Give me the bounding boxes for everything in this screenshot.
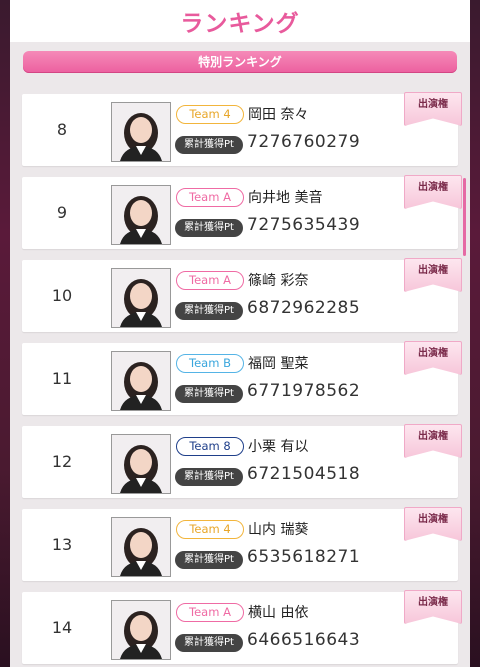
points-label: 累計獲得Pt: [175, 385, 243, 403]
team-badge: Team 4: [176, 105, 244, 124]
rank-number: 10: [51, 286, 73, 305]
points-label: 累計獲得Pt: [175, 136, 243, 154]
team-badge: Team A: [176, 271, 244, 290]
member-avatar: [111, 434, 171, 494]
member-name: 横山 由依: [248, 605, 309, 621]
team-badge: Team A: [176, 603, 244, 622]
ranking-row[interactable]: 11 Team B 福岡 聖菜 累計獲得Pt 6771978562 出演権: [22, 341, 462, 415]
scrollbar[interactable]: [463, 178, 466, 256]
ranking-row[interactable]: 12 Team 8 小栗 有以 累計獲得Pt 6721504518 出演権: [22, 424, 462, 498]
points-label: 累計獲得Pt: [175, 634, 243, 652]
member-name: 福岡 聖菜: [248, 356, 309, 372]
appearance-right-button[interactable]: 出演権: [404, 424, 462, 458]
team-badge: Team 4: [176, 520, 244, 539]
member-avatar: [111, 185, 171, 245]
rank-number: 9: [56, 203, 68, 222]
rank-number: 12: [51, 452, 73, 471]
member-avatar: [111, 517, 171, 577]
appearance-right-button[interactable]: 出演権: [404, 258, 462, 292]
points-value: 6535618271: [247, 547, 361, 567]
page-title: ランキング: [180, 11, 300, 37]
points-value: 7276760279: [247, 132, 361, 152]
header: ランキング: [10, 0, 470, 42]
rank-number: 14: [51, 618, 73, 637]
points-value: 6872962285: [247, 298, 361, 318]
member-name: 篠崎 彩奈: [248, 273, 309, 289]
appearance-right-button[interactable]: 出演権: [404, 341, 462, 375]
appearance-right-button[interactable]: 出演権: [404, 175, 462, 209]
member-avatar: [111, 102, 171, 162]
special-ranking-tab[interactable]: 特別ランキング: [23, 51, 457, 73]
appearance-right-button[interactable]: 出演権: [404, 92, 462, 126]
ranking-row[interactable]: 10 Team A 篠崎 彩奈 累計獲得Pt 6872962285 出演権: [22, 258, 462, 332]
points-value: 6466516643: [247, 630, 361, 650]
ranking-panel: ランキング 特別ランキング 8 Team 4 岡田 奈々 累計獲得Pt 7276…: [10, 0, 470, 667]
ranking-row[interactable]: 13 Team 4 山内 瑞葵 累計獲得Pt 6535618271 出演権: [22, 507, 462, 581]
points-label: 累計獲得Pt: [175, 219, 243, 237]
team-badge: Team 8: [176, 437, 244, 456]
member-name: 向井地 美音: [248, 190, 323, 206]
ranking-row[interactable]: 8 Team 4 岡田 奈々 累計獲得Pt 7276760279 出演権: [22, 92, 462, 166]
points-label: 累計獲得Pt: [175, 551, 243, 569]
points-label: 累計獲得Pt: [175, 468, 243, 486]
member-name: 山内 瑞葵: [248, 522, 309, 538]
member-avatar: [111, 268, 171, 328]
appearance-right-button[interactable]: 出演権: [404, 507, 462, 541]
member-avatar: [111, 351, 171, 411]
points-value: 6771978562: [247, 381, 361, 401]
appearance-right-button[interactable]: 出演権: [404, 590, 462, 624]
points-value: 6721504518: [247, 464, 361, 484]
points-label: 累計獲得Pt: [175, 302, 243, 320]
member-avatar: [111, 600, 171, 660]
team-badge: Team A: [176, 188, 244, 207]
rank-number: 11: [51, 369, 73, 388]
member-name: 小栗 有以: [248, 439, 309, 455]
ranking-row[interactable]: 9 Team A 向井地 美音 累計獲得Pt 7275635439 出演権: [22, 175, 462, 249]
team-badge: Team B: [176, 354, 244, 373]
rank-number: 8: [56, 120, 68, 139]
ranking-row[interactable]: 14 Team A 横山 由依 累計獲得Pt 6466516643 出演権: [22, 590, 462, 664]
member-name: 岡田 奈々: [248, 107, 309, 123]
points-value: 7275635439: [247, 215, 361, 235]
rank-number: 13: [51, 535, 73, 554]
